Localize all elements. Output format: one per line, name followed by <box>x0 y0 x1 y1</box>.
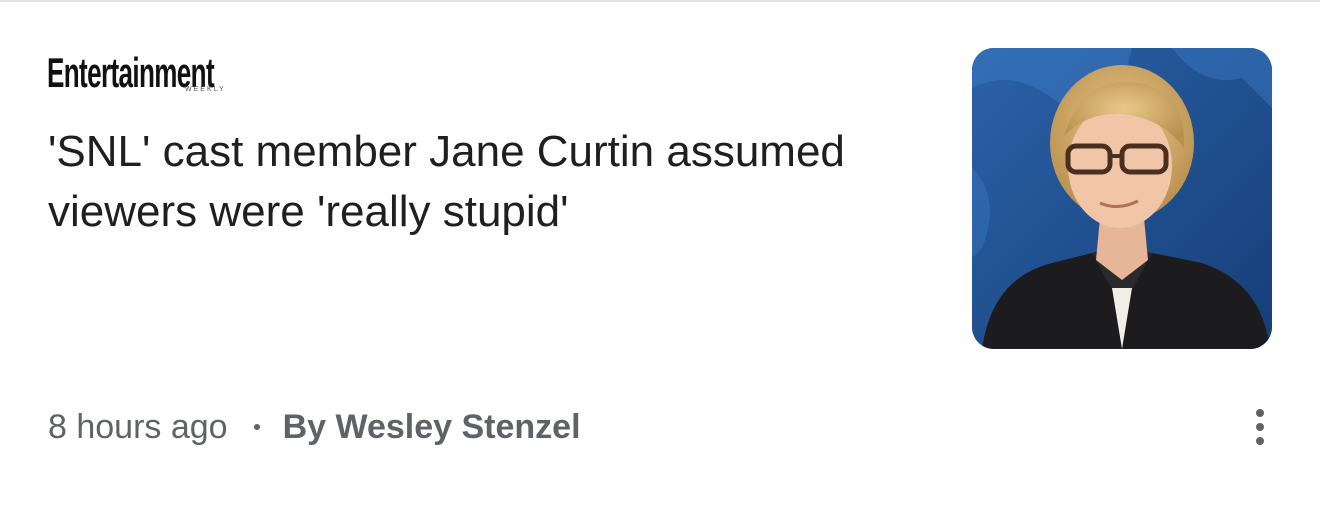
article-thumbnail[interactable] <box>972 48 1272 349</box>
article-meta: 8 hours ago By Wesley Stenzel <box>48 405 581 449</box>
more-options-button[interactable] <box>1240 402 1280 452</box>
more-vert-icon-dot <box>1256 437 1264 445</box>
publish-time: 8 hours ago <box>48 407 228 446</box>
news-card[interactable]: Entertainment WEEKLY 'SNL' cast member J… <box>0 0 1320 511</box>
source-logo-text: Entertainment <box>47 49 215 96</box>
source-logo-subtext: WEEKLY <box>185 86 226 93</box>
more-vert-icon-dot <box>1256 423 1264 431</box>
source-logo[interactable]: Entertainment WEEKLY <box>47 52 257 98</box>
separator-dot <box>253 424 260 430</box>
thumbnail-image <box>972 48 1272 349</box>
article-author: By Wesley Stenzel <box>282 407 581 446</box>
article-headline[interactable]: 'SNL' cast member Jane Curtin assumed vi… <box>48 122 908 242</box>
more-vert-icon <box>1256 409 1264 417</box>
